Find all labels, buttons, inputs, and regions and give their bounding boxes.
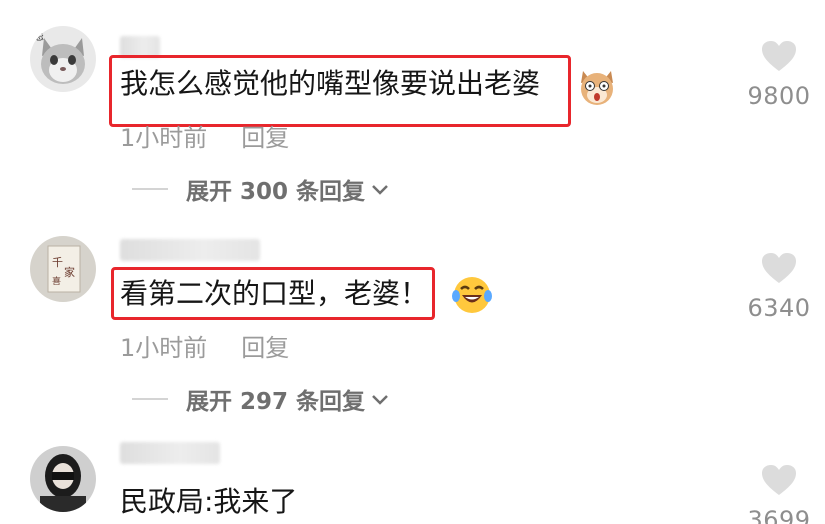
like-count: 3699 (747, 506, 811, 524)
comment-list: 忌 我怎么感觉他的嘴型像要说出老婆 1小时前 回复 展开 300 条回复 980… (0, 0, 825, 524)
like-button[interactable]: 9800 (740, 40, 818, 110)
comment-time: 1小时前 (120, 334, 208, 362)
chevron-down-icon (371, 176, 389, 202)
comment-time: 1小时前 (120, 124, 208, 152)
expand-replies-button[interactable]: 展开 297 条回复 (132, 384, 389, 415)
avatar[interactable]: 忌 (30, 26, 96, 92)
book-avatar-icon: 千 家 喜 (30, 236, 96, 302)
cat-avatar-icon: 忌 (30, 26, 96, 92)
svg-text:家: 家 (64, 265, 75, 279)
comment-meta: 1小时前 回复 (120, 328, 289, 363)
expand-replies-label: 展开 297 条回复 (186, 389, 366, 415)
divider-dash (132, 398, 168, 400)
heart-icon (762, 253, 796, 283)
expand-replies-button[interactable]: 展开 300 条回复 (132, 174, 389, 205)
like-count: 6340 (747, 294, 811, 322)
username-redacted[interactable] (120, 442, 220, 464)
comment-text: 民政局:我来了 (120, 485, 298, 518)
heart-icon (762, 41, 796, 71)
comment-item: 民政局:我来了 3699 (0, 430, 825, 524)
heart-icon (762, 465, 796, 495)
username-redacted[interactable] (120, 239, 260, 261)
chevron-down-icon (371, 386, 389, 412)
comment-meta: 1小时前 回复 (120, 118, 289, 153)
svg-text:忌: 忌 (34, 31, 44, 43)
comment-item: 千 家 喜 看第二次的口型，老婆！ 1小时前 回复 展开 297 条回复 634… (0, 230, 825, 430)
like-button[interactable]: 3699 (740, 464, 818, 524)
comment-text: 我怎么感觉他的嘴型像要说出老婆 (120, 67, 541, 100)
like-count: 9800 (747, 82, 811, 110)
laughing-tears-emoji-icon (451, 274, 492, 314)
svg-text:千: 千 (52, 256, 63, 269)
comment-item: 忌 我怎么感觉他的嘴型像要说出老婆 1小时前 回复 展开 300 条回复 980… (0, 0, 825, 230)
divider-dash (132, 188, 168, 190)
like-button[interactable]: 6340 (740, 252, 818, 322)
reply-button[interactable]: 回复 (241, 328, 289, 363)
expand-replies-label: 展开 300 条回复 (186, 179, 366, 205)
avatar[interactable] (30, 446, 96, 512)
comment-text: 看第二次的口型，老婆！ (120, 277, 429, 310)
reply-button[interactable]: 回复 (241, 118, 289, 153)
svg-text:喜: 喜 (52, 275, 61, 287)
avatar[interactable]: 千 家 喜 (30, 236, 96, 302)
shocked-dog-emoji-icon (577, 67, 617, 107)
person-avatar-icon (30, 446, 96, 512)
